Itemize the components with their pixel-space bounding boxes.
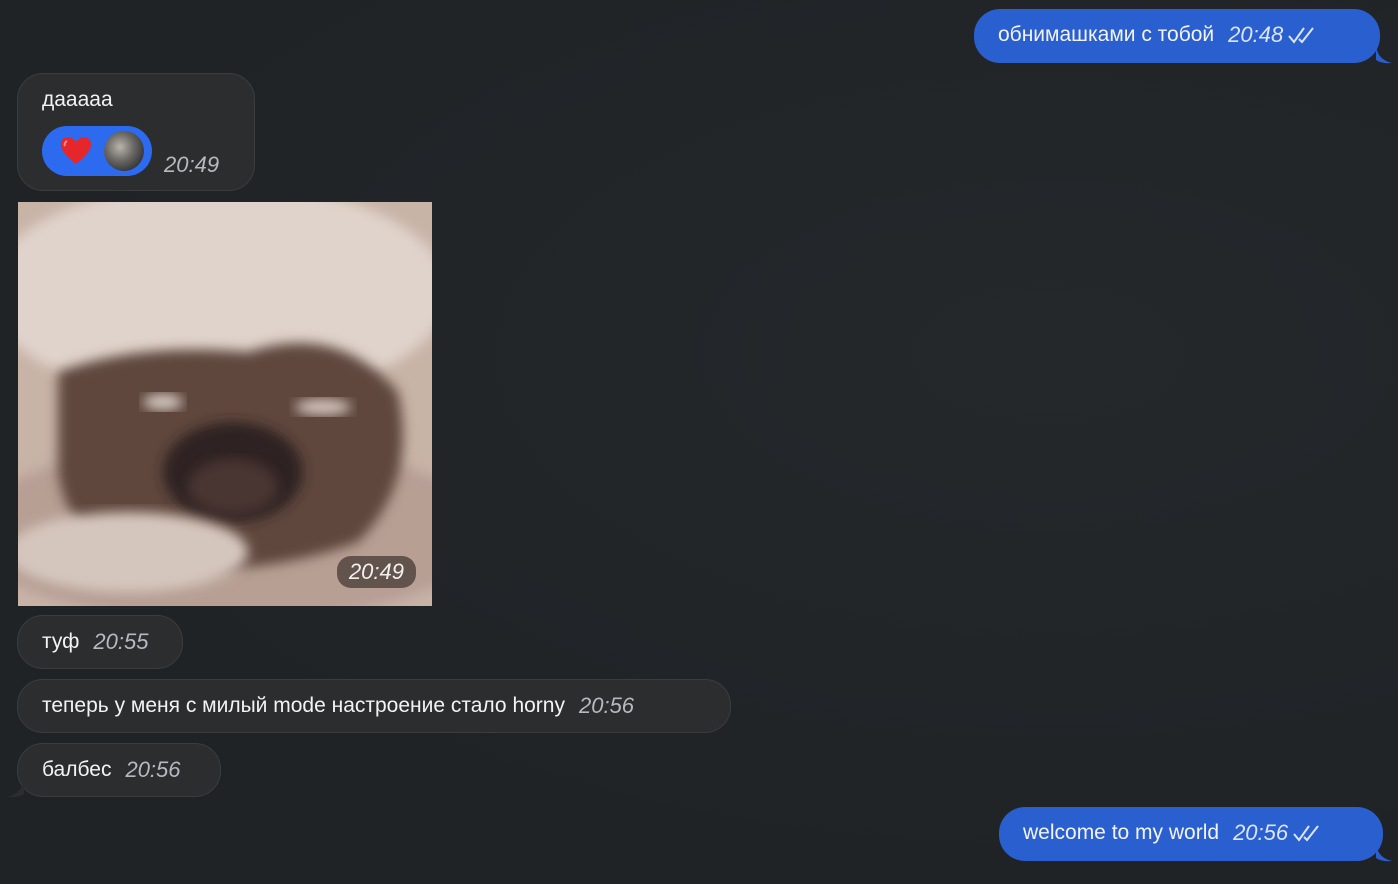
message-time: 20:48	[1228, 22, 1284, 47]
message-text: туф	[42, 630, 80, 653]
bubble-tail	[6, 780, 24, 798]
heart-icon	[61, 137, 91, 164]
message-time: 20:55	[93, 629, 149, 654]
incoming-message[interactable]: дааааа 20:49	[17, 73, 255, 191]
message-text: балбес	[42, 758, 112, 781]
incoming-message[interactable]: теперь у меня с милый mode настроение ст…	[17, 679, 731, 733]
bubble-tail	[1376, 844, 1392, 862]
double-check-icon	[1288, 27, 1315, 44]
incoming-message[interactable]: балбес 20:56	[17, 743, 221, 797]
outgoing-message[interactable]: welcome to my world 20:56	[999, 807, 1383, 861]
message-time: 20:49	[164, 152, 220, 177]
message-text: теперь у меня с милый mode настроение ст…	[42, 694, 565, 717]
photo-message[interactable]: 20:49	[18, 202, 432, 606]
message-time: 20:56	[578, 693, 635, 718]
photo-image	[18, 202, 432, 606]
message-text: welcome to my world	[1023, 821, 1220, 844]
avatar	[104, 131, 144, 171]
outgoing-message[interactable]: обнимашками с тобой 20:48	[974, 9, 1380, 63]
incoming-message[interactable]: туф 20:55	[17, 615, 183, 669]
message-text: обнимашками с тобой	[998, 23, 1215, 46]
message-time: 20:56	[1233, 820, 1289, 845]
message-time: 20:49	[336, 556, 416, 588]
message-time: 20:56	[125, 757, 181, 782]
bubble-tail	[1376, 46, 1392, 64]
chat-area: обнимашками с тобой 20:48 дааааа 20:49 2…	[0, 0, 1398, 884]
reaction-chip[interactable]	[42, 126, 152, 176]
message-text: дааааа	[42, 88, 113, 111]
double-check-icon	[1293, 825, 1319, 842]
